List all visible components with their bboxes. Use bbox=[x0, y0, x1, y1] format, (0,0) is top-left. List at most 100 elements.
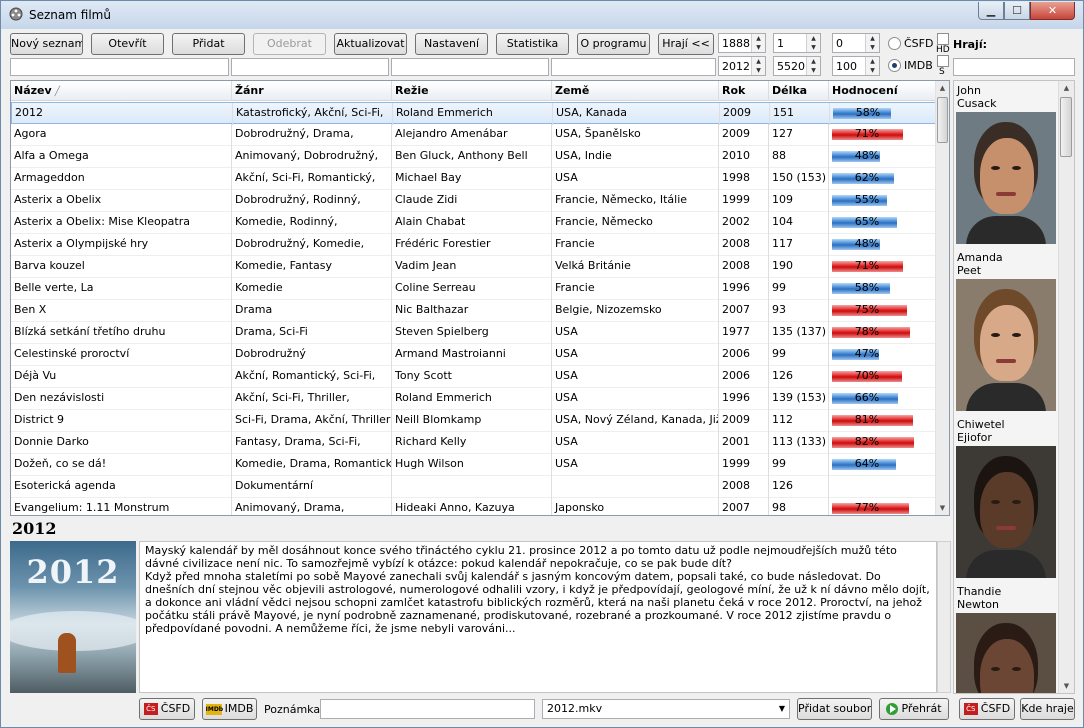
where-plays-button[interactable]: Kde hraje bbox=[1020, 698, 1075, 720]
length-to-spinner[interactable]: 5520 ▲ ▼ bbox=[773, 56, 821, 76]
table-scrollbar[interactable]: ▲ ▼ bbox=[935, 81, 949, 515]
table-row[interactable]: Déjà Vu Akční, Romantický, Sci-Fi, Tony Sc… bbox=[11, 366, 937, 388]
cell-length: 98 bbox=[769, 498, 829, 515]
spinner-arrows-icon[interactable]: ▲ ▼ bbox=[806, 34, 820, 52]
add-button[interactable]: Přidat bbox=[172, 33, 245, 55]
settings-button[interactable]: Nastavení bbox=[415, 33, 488, 55]
scroll-down-icon[interactable]: ▼ bbox=[936, 501, 949, 515]
chevron-down-icon[interactable]: ▼ bbox=[779, 700, 785, 718]
scroll-up-icon[interactable]: ▲ bbox=[1059, 81, 1074, 95]
actor-name[interactable]: Chiwetel Ejiofor bbox=[957, 418, 1057, 444]
play-button[interactable]: Přehrát bbox=[879, 698, 949, 720]
cell-genre: Sci-Fi, Drama, Akční, Thriller bbox=[232, 410, 392, 432]
table-row[interactable]: Agora Dobrodružný, Drama, Alejandro Amenáb… bbox=[11, 124, 937, 146]
country-filter-input[interactable] bbox=[551, 58, 716, 76]
spinner-arrows-icon[interactable]: ▲ ▼ bbox=[865, 57, 879, 75]
table-row[interactable]: Den nezávislosti Akční, Sci-Fi, Thriller,… bbox=[11, 388, 937, 410]
rating-to-spinner[interactable]: 100 ▲ ▼ bbox=[832, 56, 880, 76]
scroll-thumb[interactable] bbox=[937, 97, 948, 143]
table-row[interactable]: Celestinské proroctví Dobrodružný Armand M… bbox=[11, 344, 937, 366]
source-csfd-radio[interactable] bbox=[888, 37, 901, 50]
spinner-arrows-icon[interactable]: ▲ ▼ bbox=[806, 57, 820, 75]
actor-name[interactable]: Thandie Newton bbox=[957, 585, 1057, 611]
table-row[interactable]: Asterix a Olympijské hry Dobrodružný, Kom… bbox=[11, 234, 937, 256]
remove-button[interactable]: Odebrat bbox=[253, 33, 326, 55]
column-header-year[interactable]: Rok bbox=[719, 81, 769, 101]
update-button[interactable]: Aktualizovat bbox=[334, 33, 407, 55]
close-button[interactable]: ✕ bbox=[1030, 2, 1075, 20]
actor-photo[interactable] bbox=[956, 446, 1056, 578]
column-header-rating[interactable]: Hodnocení bbox=[829, 81, 937, 101]
table-row[interactable]: Dožeň, co se dá! Komedie, Drama, Romantic… bbox=[11, 454, 937, 476]
cell-country: Velká Británie bbox=[552, 256, 719, 278]
open-button[interactable]: Otevřít bbox=[91, 33, 164, 55]
table-row[interactable]: Esoterická agenda Dokumentární 2008 126 bbox=[11, 476, 937, 498]
note-input[interactable] bbox=[320, 699, 535, 719]
actor-name[interactable]: Amanda Peet bbox=[957, 251, 1057, 277]
table-row[interactable]: Barva kouzel Komedie, Fantasy Vadim Jean Ve… bbox=[11, 256, 937, 278]
scroll-down-icon[interactable]: ▼ bbox=[1059, 679, 1074, 693]
scroll-up-icon[interactable]: ▲ bbox=[936, 81, 949, 95]
about-button[interactable]: O programu bbox=[577, 33, 650, 55]
genre-filter-input[interactable] bbox=[231, 58, 389, 76]
table-row[interactable]: Evangelium: 1.11 Monstrum Animovaný, Dram… bbox=[11, 498, 937, 515]
table-row[interactable]: Donnie Darko Fantasy, Drama, Sci-Fi, Richa… bbox=[11, 432, 937, 454]
year-from-spinner[interactable]: 1888 ▲ ▼ bbox=[718, 33, 766, 53]
spinner-arrows-icon[interactable]: ▲ ▼ bbox=[865, 34, 879, 52]
column-header-country[interactable]: Země bbox=[552, 81, 719, 101]
csfd-icon: ČS bbox=[963, 703, 978, 715]
rating-text: 48% bbox=[854, 149, 880, 162]
scroll-thumb[interactable] bbox=[1060, 97, 1072, 157]
new-list-button[interactable]: Nový seznam bbox=[10, 33, 83, 55]
table-row[interactable]: Asterix a Obelix Dobrodružný, Rodinný, Cla… bbox=[11, 190, 937, 212]
description-scrollbar[interactable] bbox=[937, 541, 951, 693]
cell-name: Déjà Vu bbox=[11, 366, 232, 388]
actors-toggle-button[interactable]: Hrají << bbox=[658, 33, 714, 55]
s-checkbox[interactable] bbox=[937, 55, 949, 67]
source-imdb-radio[interactable] bbox=[888, 59, 901, 72]
file-select[interactable]: 2012.mkv ▼ bbox=[542, 699, 790, 719]
statistics-button[interactable]: Statistika bbox=[496, 33, 569, 55]
name-filter-input[interactable] bbox=[10, 58, 229, 76]
cell-director: Michael Bay bbox=[392, 168, 552, 190]
imdb-icon: IMDb bbox=[205, 703, 224, 715]
table-row[interactable]: Belle verte, La Komedie Coline Serreau Fran… bbox=[11, 278, 937, 300]
hd-checkbox[interactable] bbox=[937, 33, 949, 45]
add-file-button[interactable]: Přidat soubor bbox=[797, 698, 872, 720]
column-header-name[interactable]: Název ╱ bbox=[11, 81, 232, 101]
cell-genre: Komedie bbox=[232, 278, 392, 300]
actor-name[interactable]: John Cusack bbox=[957, 84, 1057, 110]
spinner-arrows-icon[interactable]: ▲ ▼ bbox=[751, 34, 765, 52]
cell-name: Asterix a Obelix: Mise Kleopatra bbox=[11, 212, 232, 234]
table-row[interactable]: Ben X Drama Nic Balthazar Belgie, Nizozemsk… bbox=[11, 300, 937, 322]
actors-scrollbar[interactable]: ▲ ▼ bbox=[1058, 81, 1074, 693]
year-to-spinner[interactable]: 2012 ▲ ▼ bbox=[718, 56, 766, 76]
cell-genre: Drama, Sci-Fi bbox=[232, 322, 392, 344]
actor-photo[interactable] bbox=[956, 112, 1056, 244]
length-from-spinner[interactable]: 1 ▲ ▼ bbox=[773, 33, 821, 53]
column-header-director[interactable]: Režie bbox=[392, 81, 552, 101]
table-row[interactable]: District 9 Sci-Fi, Drama, Akční, Thriller… bbox=[11, 410, 937, 432]
cell-name: Belle verte, La bbox=[11, 278, 232, 300]
imdb-button[interactable]: IMDb IMDB bbox=[202, 698, 257, 720]
s-label: S bbox=[939, 67, 945, 77]
actor-photo[interactable] bbox=[956, 613, 1056, 693]
cell-rating: 70% bbox=[829, 366, 937, 388]
column-header-genre[interactable]: Žánr bbox=[232, 81, 392, 101]
rating-from-spinner[interactable]: 0 ▲ ▼ bbox=[832, 33, 880, 53]
table-row[interactable]: 2012 Katastrofický, Akční, Sci-Fi, Roland … bbox=[11, 102, 938, 125]
maximize-button[interactable]: ☐ bbox=[1004, 2, 1030, 20]
actor-photo[interactable] bbox=[956, 279, 1056, 411]
csfd-button[interactable]: ČS ČSFD bbox=[139, 698, 195, 720]
table-row[interactable]: Asterix a Obelix: Mise Kleopatra Komedie,… bbox=[11, 212, 937, 234]
column-header-length[interactable]: Délka bbox=[769, 81, 829, 101]
minimize-button[interactable]: ▁ bbox=[978, 2, 1004, 20]
table-row[interactable]: Alfa a Omega Animovaný, Dobrodružný, Ben G… bbox=[11, 146, 937, 168]
spinner-arrows-icon[interactable]: ▲ ▼ bbox=[751, 57, 765, 75]
director-filter-input[interactable] bbox=[391, 58, 549, 76]
csfd-actor-button[interactable]: ČS ČSFD bbox=[959, 698, 1015, 720]
table-row[interactable]: Armageddon Akční, Sci-Fi, Romantický, Mich… bbox=[11, 168, 937, 190]
actors-filter-input[interactable] bbox=[953, 58, 1075, 76]
table-row[interactable]: Blízká setkání třetího druhu Drama, Sci-F… bbox=[11, 322, 937, 344]
cell-rating: 58% bbox=[830, 103, 938, 125]
